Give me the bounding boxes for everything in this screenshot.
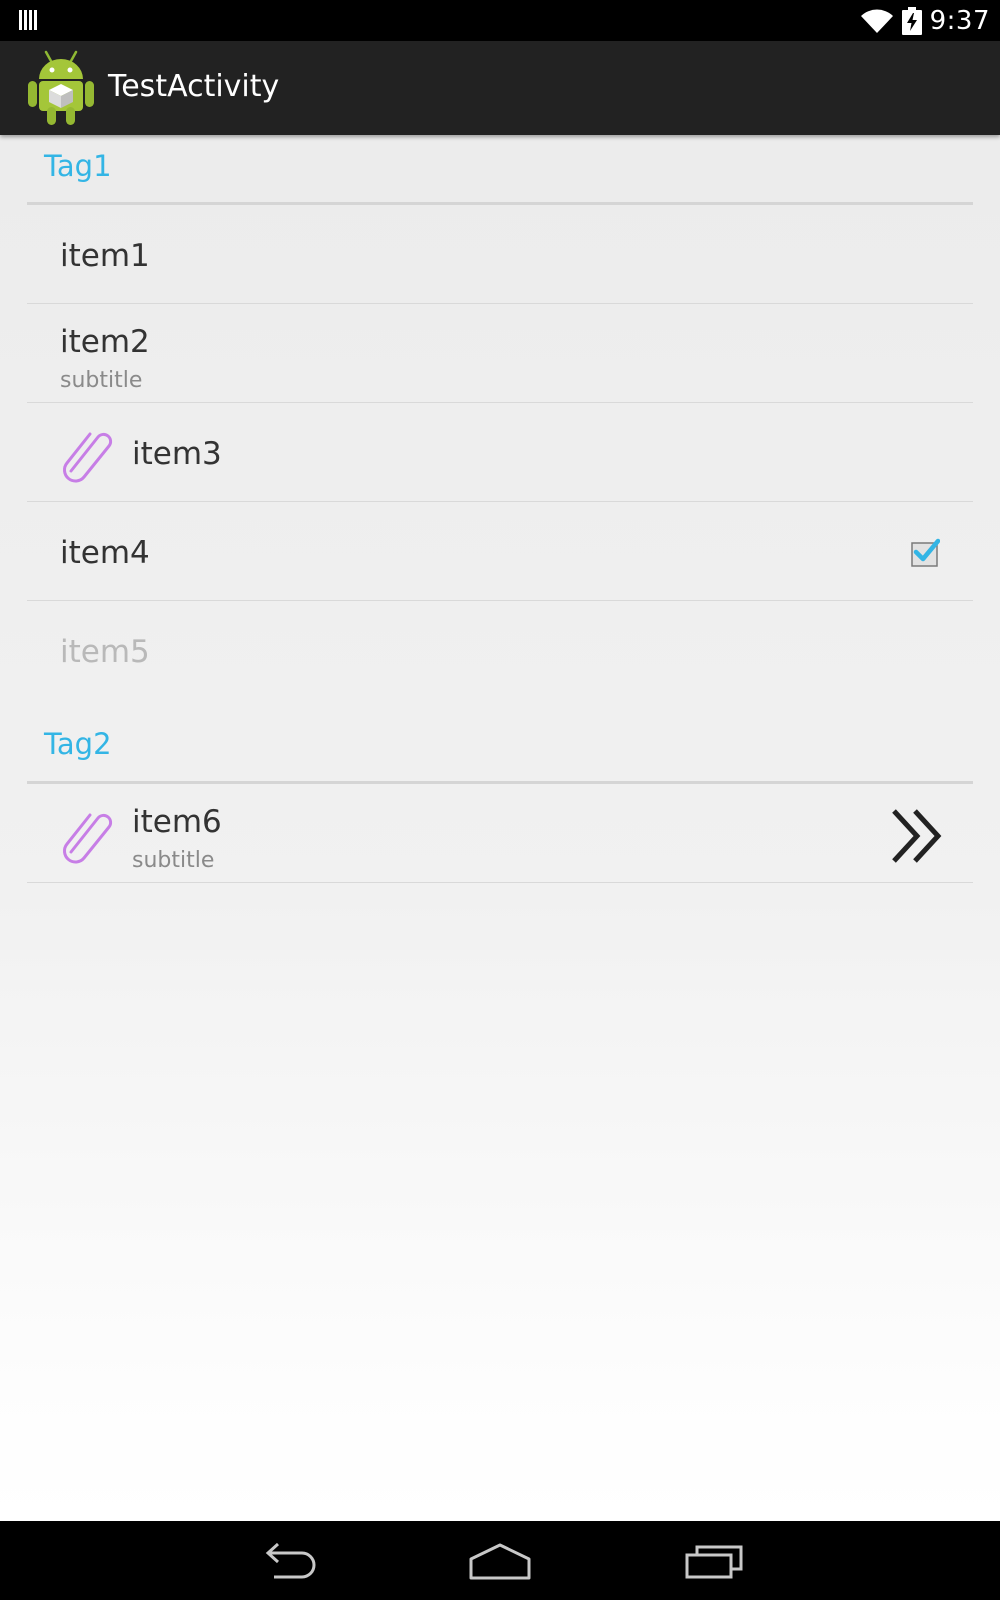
wifi-icon [860,9,893,33]
status-time: 9:37 [929,5,990,36]
checkbox-checked[interactable] [910,538,940,568]
status-icons: 9:37 [860,0,990,41]
category-tag2: Tag2 [27,700,973,784]
preference-subtitle: subtitle [132,848,215,873]
preference-title: item5 [60,634,150,670]
status-bar: 9:37 [0,0,1000,41]
preference-title: item3 [132,436,222,472]
paperclip-icon [63,813,113,864]
preference-title: item6 [132,804,222,840]
category-tag1: Tag1 [27,135,973,205]
preference-list: Tag1 item1 item2 subtitle item3 item4 it… [27,135,973,883]
action-bar: TestActivity [0,41,1000,135]
back-icon[interactable] [258,1539,316,1583]
app-title: TestActivity [108,69,280,104]
battery-charging-icon [901,6,922,35]
preference-subtitle: subtitle [60,368,143,393]
preference-item4[interactable]: item4 [27,502,973,601]
preference-item1[interactable]: item1 [27,205,973,304]
navigation-bar [0,1521,1000,1600]
preference-item3[interactable]: item3 [27,403,973,502]
preference-title: item2 [60,324,150,360]
paperclip-icon [63,432,113,483]
preference-item2[interactable]: item2 subtitle [27,304,973,403]
double-chevron-right-icon [892,809,942,863]
category-title: Tag2 [44,727,112,761]
preference-item5: item5 [27,601,973,700]
preference-title: item4 [60,535,150,571]
preference-screen: Tag1 item1 item2 subtitle item3 item4 it… [0,135,1000,1521]
recent-apps-icon[interactable] [685,1539,745,1583]
preference-item6[interactable]: item6 subtitle [27,784,973,883]
android-app-icon[interactable] [26,49,96,127]
home-icon[interactable] [469,1539,531,1583]
category-title: Tag1 [44,149,112,183]
sim-signal-icon [19,10,37,30]
preference-title: item1 [60,238,150,274]
